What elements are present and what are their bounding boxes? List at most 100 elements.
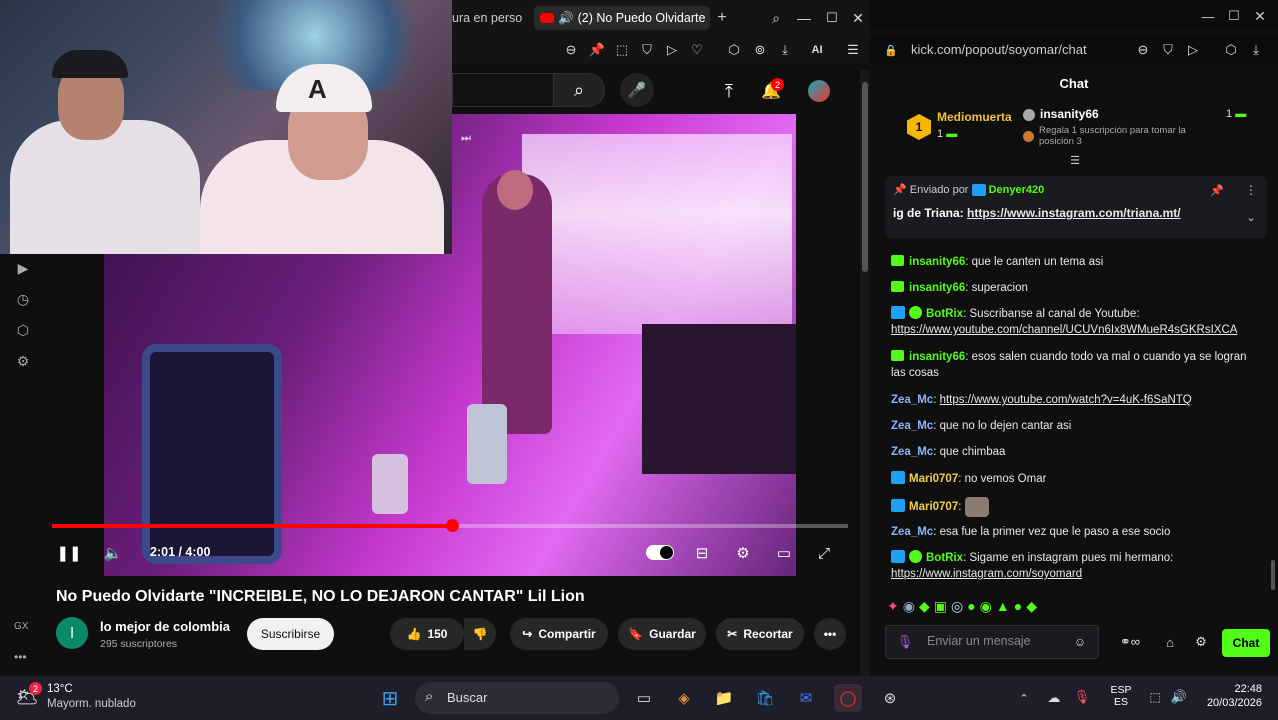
emote-icon[interactable]: ▣	[934, 598, 947, 615]
share-button[interactable]: ↪ Compartir	[510, 618, 608, 650]
emote-icon[interactable]: ▲	[996, 598, 1010, 615]
emoji-icon[interactable]: ☺	[1073, 635, 1087, 649]
app-icon[interactable]: ⊛	[876, 684, 904, 712]
unpin-icon[interactable]: 📌	[1210, 183, 1224, 197]
microphone-tray-icon[interactable]: 🎙	[1074, 688, 1091, 706]
windows-start-icon[interactable]: ⊞	[376, 684, 404, 712]
minimize-button[interactable]: —	[794, 8, 814, 28]
emote-icon[interactable]: ●	[967, 598, 975, 615]
tray-expand-icon[interactable]: ⌃	[1016, 690, 1032, 706]
search-input[interactable]	[452, 73, 553, 107]
more-side-icon[interactable]: •••	[14, 650, 27, 664]
chat-minimize-button[interactable]: —	[1198, 6, 1218, 26]
channel-name[interactable]: lo mejor de colombia	[100, 619, 230, 634]
clip-button[interactable]: ✂ Recortar	[716, 618, 804, 650]
chat-download-icon[interactable]: ⤓	[1245, 40, 1267, 60]
chat-shield-icon[interactable]: ⛉	[1157, 40, 1179, 60]
settings-icon[interactable]: ⚙	[12, 350, 34, 372]
file-explorer-icon[interactable]: 📁	[710, 684, 738, 712]
pin-options-icon[interactable]: ⋮	[1244, 183, 1258, 197]
chat-username[interactable]: Zea_Mc	[891, 446, 933, 458]
zoom-icon[interactable]: ⊖	[560, 40, 582, 60]
like-button[interactable]: 👍 150	[390, 618, 464, 650]
copilot-icon[interactable]: ◈	[670, 684, 698, 712]
tab-previous[interactable]: ura en perso	[452, 6, 522, 30]
pin-icon[interactable]: 📌	[586, 40, 608, 60]
download-icon[interactable]: ⤓	[774, 40, 796, 60]
store-app-icon[interactable]: 🛍	[751, 684, 779, 712]
task-view-icon[interactable]: ▭	[630, 684, 658, 712]
outlook-icon[interactable]: ✉	[792, 684, 820, 712]
chat-username[interactable]: Mari0707	[909, 501, 958, 513]
send-chat-button[interactable]: Chat	[1222, 629, 1270, 657]
pause-button[interactable]: ❚❚	[56, 540, 81, 566]
gx-label[interactable]: GX	[14, 621, 28, 632]
history-icon[interactable]: ◷	[12, 288, 34, 310]
emote-icon[interactable]: ◉	[903, 598, 915, 615]
play-circle-icon[interactable]: ▶	[12, 257, 34, 279]
url-text[interactable]: kick.com/popout/soyomar/chat	[911, 42, 1087, 57]
emote-icon[interactable]: ◆	[1026, 598, 1037, 615]
language-indicator[interactable]: ESP ES	[1110, 684, 1132, 708]
cloud-icon[interactable]: ☁	[1044, 690, 1064, 706]
network-icon[interactable]: ⬚	[1146, 688, 1164, 706]
chat-username[interactable]: BotRix	[926, 308, 963, 320]
heart-icon[interactable]: ♡	[686, 40, 708, 60]
fullscreen-icon[interactable]: ⤢	[812, 540, 836, 566]
weather-temp[interactable]: 13°C	[47, 683, 73, 695]
clock[interactable]: 22:48 20/03/2026	[1198, 683, 1262, 709]
voice-search-button[interactable]: 🎤	[620, 73, 654, 107]
new-tab-button[interactable]: +	[713, 9, 731, 27]
more-actions-button[interactable]: •••	[814, 618, 846, 650]
opera-gx-icon[interactable]: ◯	[834, 684, 862, 712]
taskbar-search[interactable]: ⌕ Buscar	[415, 682, 619, 714]
chat-link[interactable]: https://www.youtube.com/watch?v=4uK-f6Sa…	[940, 394, 1192, 406]
chat-username[interactable]: Zea_Mc	[891, 394, 933, 406]
ai-button[interactable]: AI	[802, 40, 832, 60]
chat-username[interactable]: Zea_Mc	[891, 420, 933, 432]
emote-icon[interactable]: ◎	[951, 598, 963, 615]
subtitles-icon[interactable]: ⊟	[690, 540, 714, 566]
extensions-icon[interactable]: ⬡	[723, 40, 745, 60]
volume-button[interactable]: 🔈	[102, 540, 124, 566]
leaderboard-second-user[interactable]: insanity66	[1040, 107, 1099, 121]
chat-username[interactable]: BotRix	[926, 552, 963, 564]
subscribe-button[interactable]: Suscribirse	[247, 618, 334, 650]
send-icon[interactable]: ▷	[661, 40, 683, 60]
store-icon[interactable]: ⌂	[1161, 633, 1179, 651]
save-button[interactable]: 🔖 Guardar	[618, 618, 706, 650]
maximize-button[interactable]: ☐	[822, 8, 842, 28]
chat-send-icon[interactable]: ▷	[1182, 40, 1204, 60]
emote-icon[interactable]: ◆	[919, 598, 930, 615]
chat-username[interactable]: insanity66	[909, 256, 965, 268]
chat-username[interactable]: insanity66	[909, 351, 965, 363]
chat-link[interactable]: https://www.instagram.com/soyomard	[891, 568, 1082, 580]
chat-username[interactable]: Mari0707	[909, 473, 958, 485]
leaderboard-first-user[interactable]: Mediomuerta	[937, 110, 1012, 124]
pin-expand-icon[interactable]: ⌄	[1244, 210, 1258, 224]
chat-settings-icon[interactable]: ⚙	[1192, 633, 1210, 651]
dislike-button[interactable]: 👎	[464, 618, 496, 650]
emote-icon[interactable]: ◉	[980, 598, 992, 615]
close-window-button[interactable]: ✕	[848, 8, 868, 28]
chat-username[interactable]: Zea_Mc	[891, 526, 933, 538]
channel-avatar[interactable]: l	[56, 617, 88, 649]
upload-button[interactable]: ⤒	[716, 78, 742, 104]
chat-link[interactable]: https://www.youtube.com/channel/UCUVn6Ix…	[891, 324, 1237, 336]
page-scrollbar[interactable]	[860, 70, 870, 676]
chat-scrollbar[interactable]	[1271, 560, 1275, 590]
chat-options-icon[interactable]: ⚭∞	[1110, 633, 1150, 651]
avatar[interactable]	[808, 80, 830, 102]
emote-icon[interactable]: ●	[1014, 598, 1022, 615]
extensions-side-icon[interactable]: ⬡	[12, 319, 34, 341]
autoplay-toggle[interactable]	[646, 545, 674, 560]
mic-icon[interactable]: 🎙	[897, 633, 914, 651]
chat-close-button[interactable]: ✕	[1250, 6, 1270, 26]
lock-icon[interactable]: ⊚	[749, 40, 771, 60]
menu-icon[interactable]: ☰	[842, 40, 864, 60]
chat-maximize-button[interactable]: ☐	[1224, 6, 1244, 26]
skip-icon[interactable]: ⏭	[458, 130, 474, 146]
chat-extensions-icon[interactable]: ⬡	[1220, 40, 1242, 60]
weather-desc[interactable]: Mayorm. nublado	[47, 698, 136, 710]
tab-active-youtube[interactable]: 🔊 (2) No Puedo Olvidarte	[534, 6, 710, 30]
